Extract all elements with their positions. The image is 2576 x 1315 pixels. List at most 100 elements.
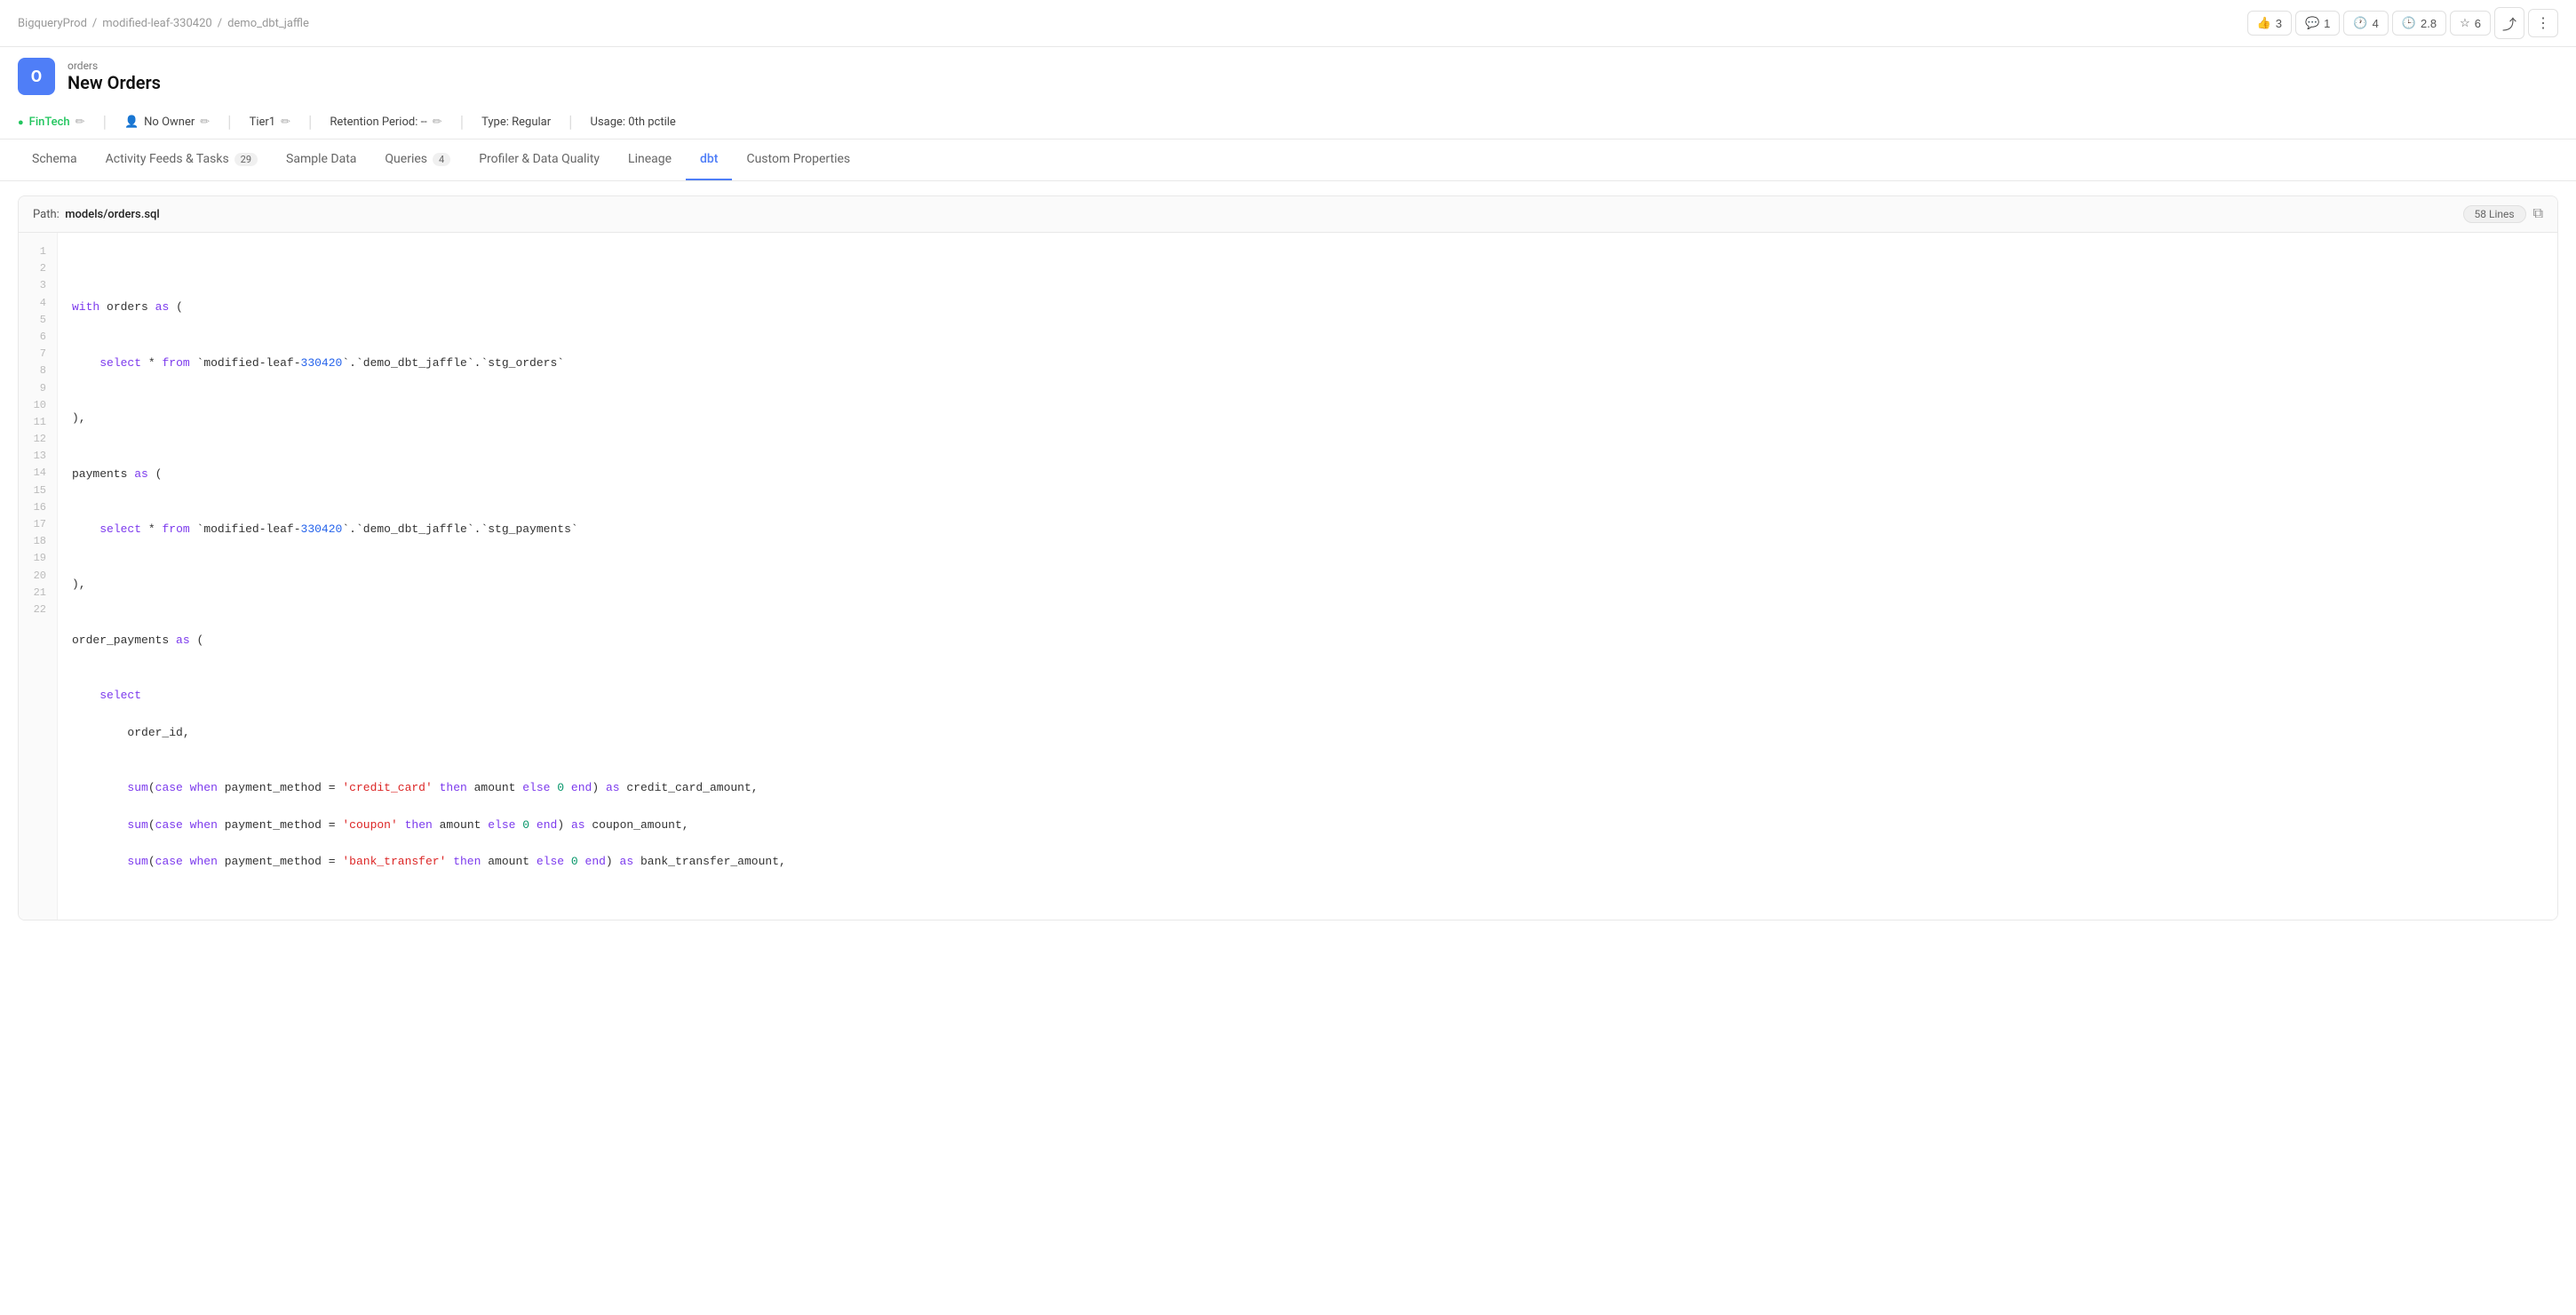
meta-owner: 👤 No Owner ✏: [124, 116, 210, 129]
like-button[interactable]: 👍 3: [2247, 11, 2292, 36]
line-num-6: 6: [19, 329, 57, 346]
meta-domain: ● FinTech ✏: [18, 116, 85, 129]
more-icon: ⋮: [2536, 16, 2550, 31]
meta-div-4: |: [460, 113, 464, 132]
code-panel: Path: models/orders.sql 58 Lines ⧉ 1 2 3…: [18, 195, 2558, 920]
line-num-7: 7: [19, 346, 57, 363]
tab-activity-badge: 29: [235, 153, 258, 166]
tab-dbt[interactable]: dbt: [686, 139, 732, 180]
tab-queries[interactable]: Queries 4: [370, 139, 465, 180]
entity-header: O orders New Orders: [0, 47, 2576, 106]
star-count: 6: [2475, 17, 2481, 30]
code-line-18: order_id,: [72, 724, 2543, 743]
retention-value: Retention Period: --: [330, 116, 426, 129]
clock-circle-icon: 🕐: [2353, 16, 2367, 30]
share-icon: ⤴: [2502, 18, 2516, 33]
top-actions: 👍 3 💬 1 🕐 4 🕒 2.8 ☆ 6 ⤴ ⋮: [2247, 7, 2558, 39]
line-num-17: 17: [19, 516, 57, 533]
code-header-right: 58 Lines ⧉: [2463, 205, 2543, 223]
entity-title: New Orders: [68, 72, 161, 93]
domain-value[interactable]: FinTech: [29, 116, 70, 129]
code-line-21: sum(case when payment_method = 'coupon' …: [72, 817, 2543, 835]
entity-avatar: O: [18, 58, 55, 95]
meta-div-5: |: [568, 113, 572, 132]
more-button[interactable]: ⋮: [2528, 9, 2558, 37]
line-numbers: 1 2 3 4 5 6 7 8 9 10 11 12 13 14 15 16 1…: [19, 233, 58, 920]
type-value: Type: Regular: [481, 116, 551, 129]
thumbs-up-icon: 👍: [2257, 16, 2271, 30]
tab-bar: Schema Activity Feeds & Tasks 29 Sample …: [0, 139, 2576, 181]
entity-subtitle: orders: [68, 60, 161, 72]
star-icon: ☆: [2460, 16, 2470, 30]
breadcrumb-item-2[interactable]: modified-leaf-330420: [102, 17, 211, 30]
code-line-5: select * from `modified-leaf-330420`.`de…: [72, 355, 2543, 373]
line-num-19: 19: [19, 550, 57, 567]
code-lines: with orders as ( select * from `modified…: [58, 233, 2557, 920]
path-label: Path:: [33, 208, 60, 221]
code-line-15: order_payments as (: [72, 632, 2543, 650]
tab-lineage[interactable]: Lineage: [614, 139, 686, 180]
code-path: Path: models/orders.sql: [33, 208, 160, 221]
breadcrumb-sep-2: /: [218, 17, 222, 30]
tab-sample-data[interactable]: Sample Data: [272, 139, 370, 180]
tab-activity-feeds[interactable]: Activity Feeds & Tasks 29: [91, 139, 272, 180]
comment-button[interactable]: 💬 1: [2295, 11, 2340, 36]
meta-row: ● FinTech ✏ | 👤 No Owner ✏ | Tier1 ✏ | R…: [0, 106, 2576, 139]
meta-div-1: |: [103, 113, 107, 132]
code-line-13: ),: [72, 576, 2543, 594]
breadcrumb-item-3[interactable]: demo_dbt_jaffle: [227, 17, 309, 30]
line-num-11: 11: [19, 414, 57, 431]
tier-value[interactable]: Tier1: [250, 116, 276, 129]
domain-icon: ●: [18, 116, 24, 128]
tab-schema[interactable]: Schema: [18, 139, 91, 180]
breadcrumb-item-1[interactable]: BigqueryProd: [18, 17, 87, 30]
line-num-5: 5: [19, 312, 57, 329]
path-value: models/orders.sql: [65, 208, 159, 221]
meta-div-2: |: [227, 113, 231, 132]
history-icon: 🕒: [2402, 16, 2416, 30]
code-content: 1 2 3 4 5 6 7 8 9 10 11 12 13 14 15 16 1…: [19, 233, 2557, 920]
owner-icon: 👤: [124, 116, 139, 129]
share-button[interactable]: ⤴: [2494, 7, 2524, 39]
copy-button[interactable]: ⧉: [2533, 206, 2543, 222]
lines-badge: 58 Lines: [2463, 205, 2526, 223]
owner-value[interactable]: No Owner: [144, 116, 195, 129]
comment-icon: 💬: [2305, 16, 2319, 30]
line-num-16: 16: [19, 499, 57, 516]
line-num-20: 20: [19, 568, 57, 585]
entity-title-block: orders New Orders: [68, 60, 161, 93]
line-num-18: 18: [19, 533, 57, 550]
tab-queries-badge: 4: [433, 153, 450, 166]
comment-count: 1: [2324, 17, 2330, 30]
tier-edit-icon[interactable]: ✏: [281, 116, 290, 129]
line-num-15: 15: [19, 482, 57, 499]
meta-retention: Retention Period: -- ✏: [330, 116, 441, 129]
line-num-13: 13: [19, 448, 57, 465]
line-num-12: 12: [19, 431, 57, 448]
line-num-3: 3: [19, 277, 57, 294]
breadcrumb-sep-1: /: [92, 17, 97, 30]
line-num-22: 22: [19, 602, 57, 618]
meta-div-3: |: [308, 113, 312, 132]
code-line-11: select * from `modified-leaf-330420`.`de…: [72, 521, 2543, 539]
copy-icon: ⧉: [2533, 206, 2543, 221]
star-button[interactable]: ☆ 6: [2450, 11, 2491, 36]
line-num-14: 14: [19, 465, 57, 482]
code-line-9: payments as (: [72, 466, 2543, 484]
domain-edit-icon[interactable]: ✏: [76, 116, 85, 129]
history-button[interactable]: 🕒 2.8: [2392, 11, 2446, 36]
breadcrumb: BigqueryProd / modified-leaf-330420 / de…: [18, 17, 309, 30]
usage-value: Usage: 0th pctile: [591, 116, 676, 129]
line-num-8: 8: [19, 363, 57, 379]
line-num-1: 1: [19, 243, 57, 260]
like-count: 3: [2276, 17, 2282, 30]
owner-edit-icon[interactable]: ✏: [200, 116, 210, 129]
line-num-4: 4: [19, 295, 57, 312]
meta-type: Type: Regular: [481, 116, 551, 129]
meta-usage: Usage: 0th pctile: [591, 116, 676, 129]
rating-value: 2.8: [2421, 17, 2437, 30]
tab-profiler[interactable]: Profiler & Data Quality: [465, 139, 614, 180]
tab-custom-properties[interactable]: Custom Properties: [732, 139, 864, 180]
retention-edit-icon[interactable]: ✏: [433, 116, 442, 129]
view-button[interactable]: 🕐 4: [2343, 11, 2388, 36]
